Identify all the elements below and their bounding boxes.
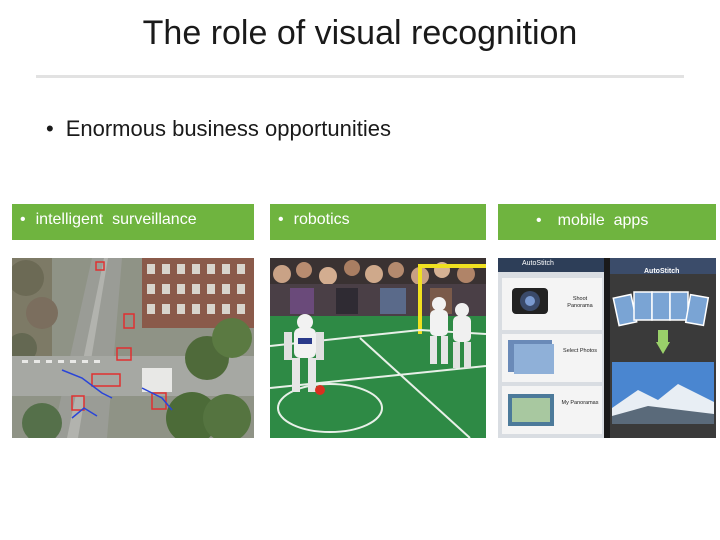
bullet-glyph: •	[536, 212, 542, 229]
menu-shoot-panorama[interactable]: Shoot Panorama	[560, 296, 600, 310]
slide-title: The role of visual recognition	[142, 14, 578, 52]
menu-select-photos[interactable]: Select Photos	[560, 348, 600, 355]
surveillance-photo	[12, 258, 254, 438]
mobile-app-screenshot: AutoStitch AutoStitch Shoot Panorama Sel…	[498, 258, 716, 438]
bullet-glyph: •	[46, 116, 54, 141]
main-bullet: • Enormous business opportunities	[46, 116, 391, 142]
main-bullet-text: Enormous business opportunities	[65, 116, 391, 141]
banner-surveillance: • intelligent surveillance	[12, 204, 254, 240]
bullet-glyph: •	[278, 211, 284, 228]
banner-label: mobile apps	[557, 212, 649, 229]
banner-mobile-apps: • mobile apps	[498, 204, 716, 240]
banner-label: intelligent surveillance	[35, 211, 197, 228]
app-header-title: AutoStitch	[522, 260, 554, 267]
robotics-photo	[270, 258, 486, 438]
banner-label: robotics	[293, 211, 350, 228]
app-header-title-2: AutoStitch	[644, 268, 680, 275]
menu-my-panoramas[interactable]: My Panoramas	[560, 400, 600, 407]
banner-robotics: • robotics	[270, 204, 486, 240]
title-divider	[36, 75, 684, 78]
bullet-glyph: •	[20, 211, 26, 228]
